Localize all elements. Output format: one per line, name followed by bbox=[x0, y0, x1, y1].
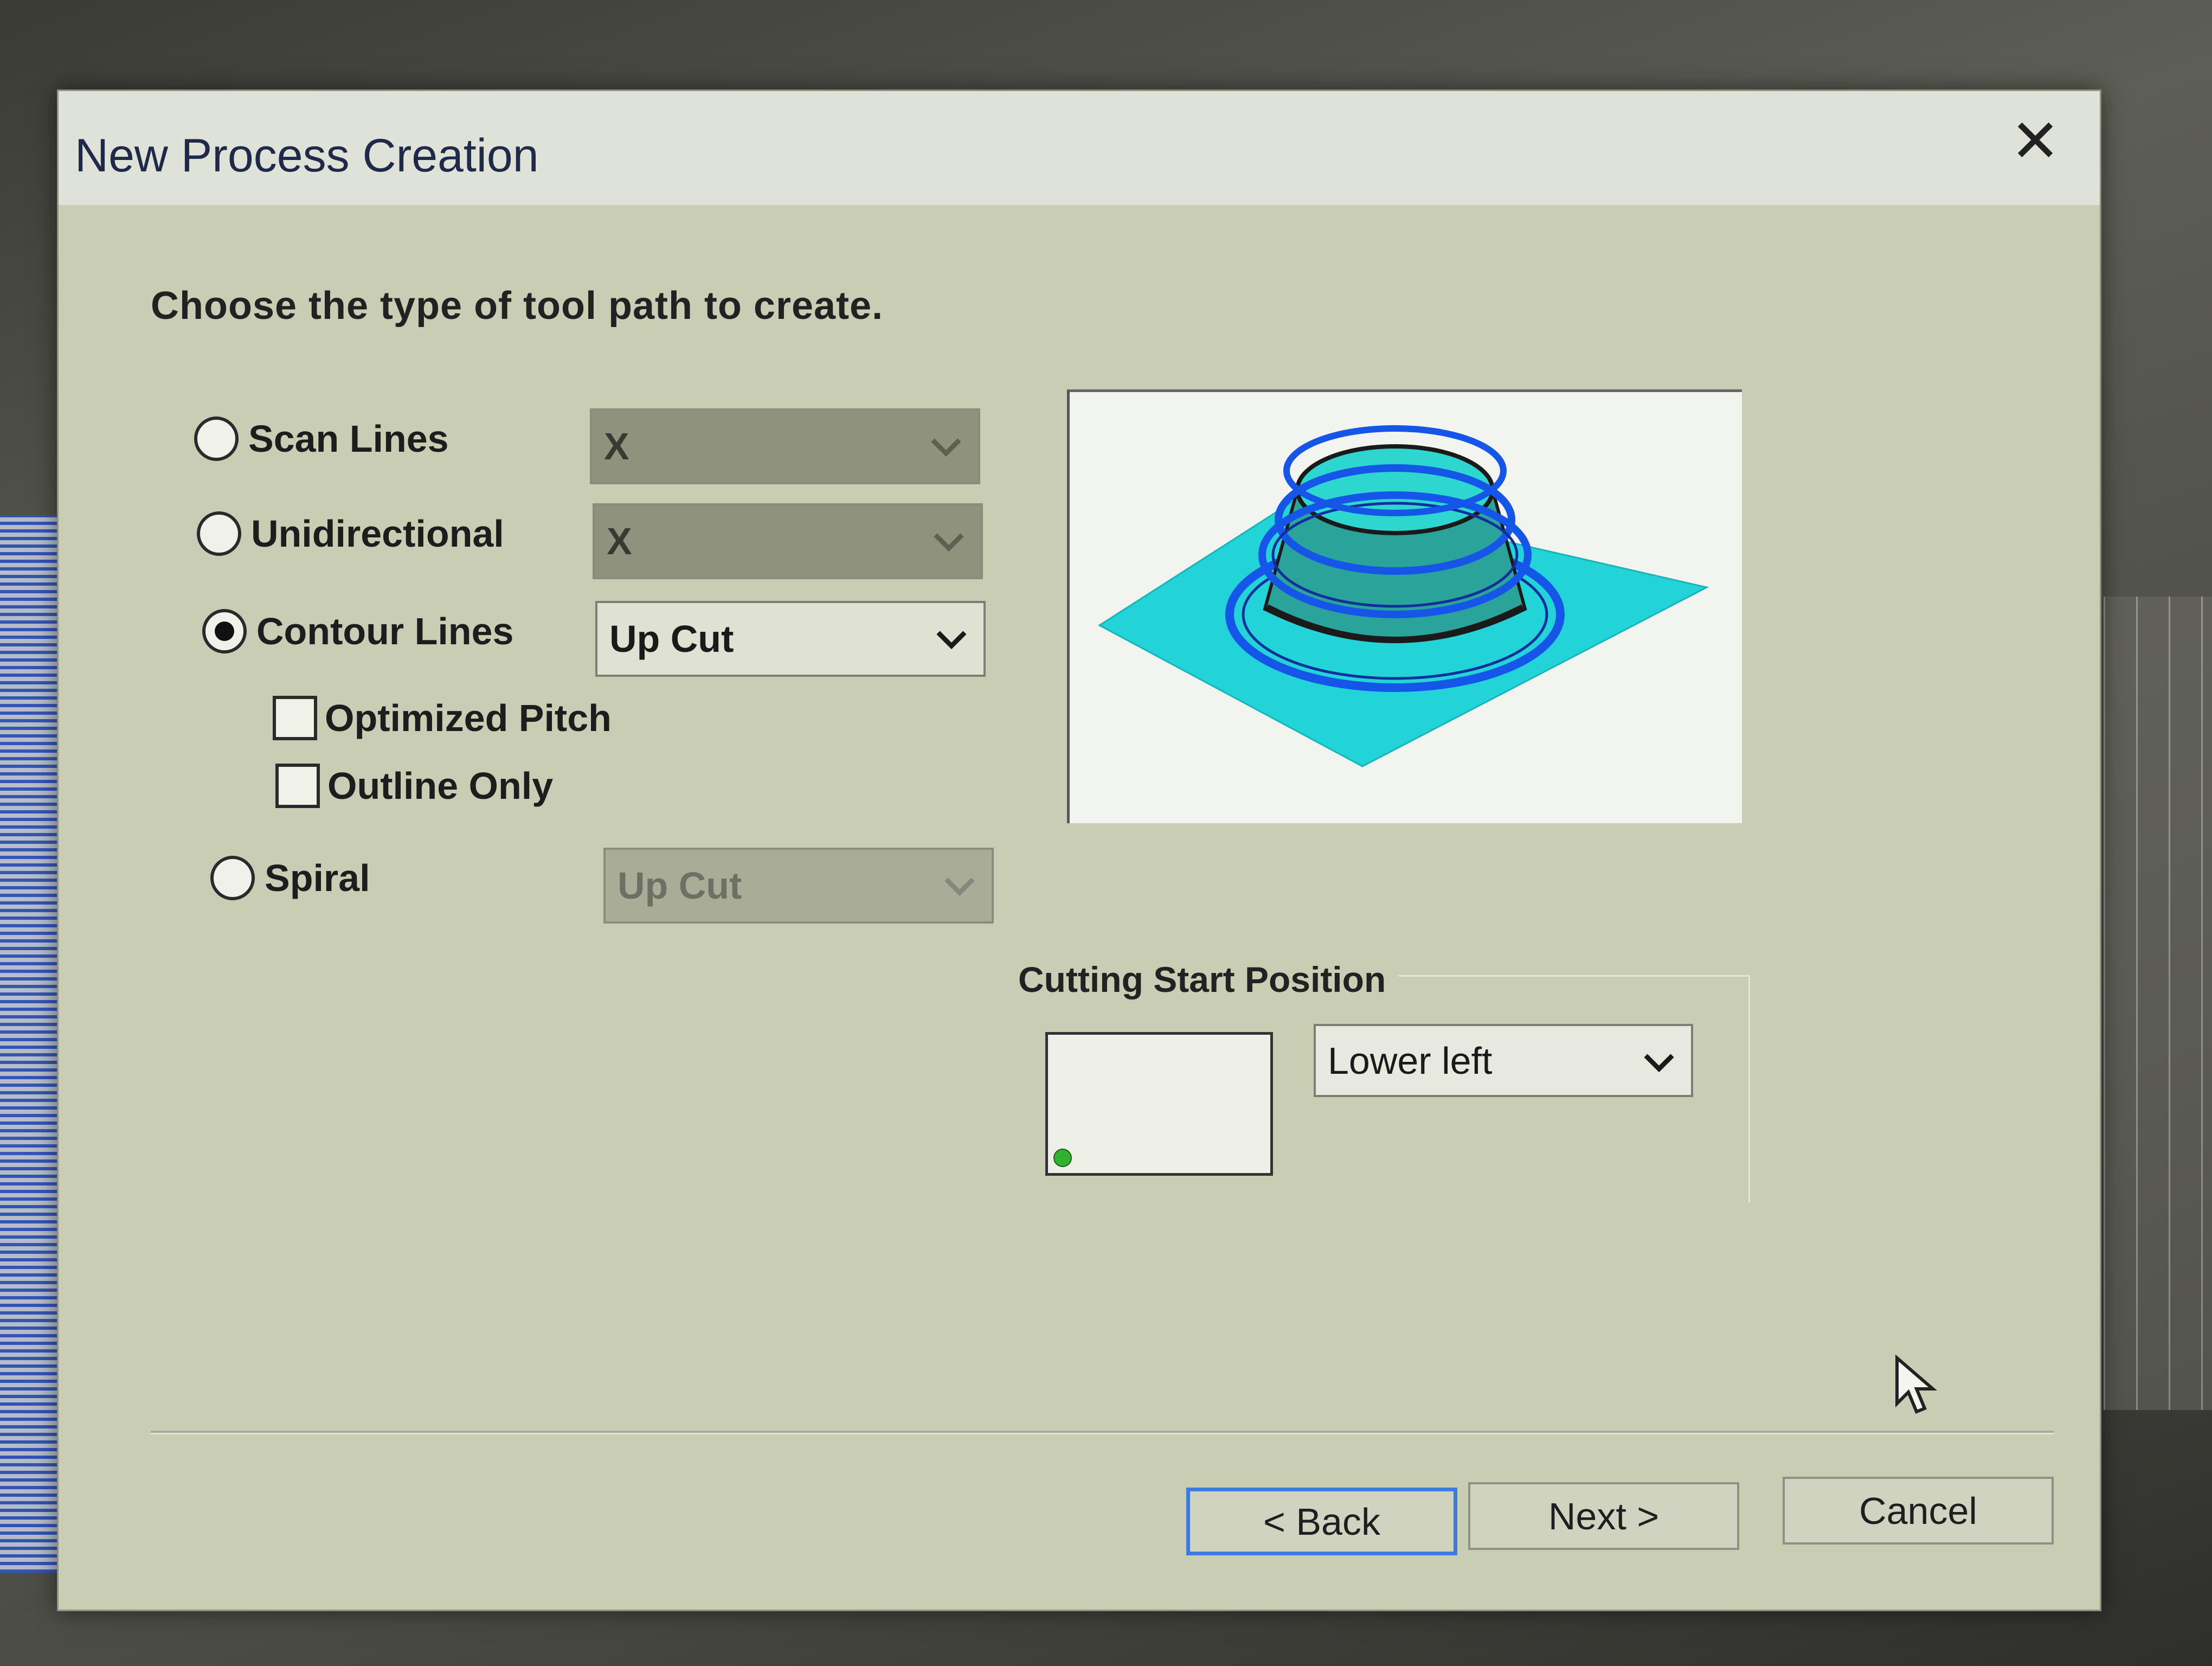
chevron-down-icon bbox=[934, 533, 964, 552]
scan-lines-label: Scan Lines bbox=[248, 418, 449, 460]
combo-value: X bbox=[604, 425, 629, 467]
combo-value: Up Cut bbox=[618, 864, 742, 907]
radio-button[interactable] bbox=[194, 416, 239, 461]
spiral-label: Spiral bbox=[265, 857, 370, 899]
radio-scan-lines[interactable]: Scan Lines bbox=[194, 416, 449, 461]
back-button[interactable]: < Back bbox=[1186, 1488, 1457, 1555]
mouse-pointer-icon bbox=[1895, 1355, 1938, 1414]
unidirectional-label: Unidirectional bbox=[251, 512, 504, 555]
scan-lines-direction-select[interactable]: X bbox=[590, 408, 980, 484]
start-position-indicator bbox=[1045, 1032, 1273, 1176]
contour-toolpath-preview-icon bbox=[1098, 425, 1709, 767]
toolpath-preview bbox=[1067, 389, 1742, 823]
new-process-dialog: New Process Creation ✕ Choose the type o… bbox=[57, 89, 2101, 1611]
checkbox-optimized-pitch[interactable]: Optimized Pitch bbox=[273, 696, 612, 740]
chevron-down-icon bbox=[944, 877, 975, 896]
radio-unidirectional[interactable]: Unidirectional bbox=[197, 511, 504, 556]
checkbox[interactable] bbox=[273, 696, 317, 740]
radio-button[interactable] bbox=[197, 511, 241, 556]
chevron-down-icon bbox=[936, 631, 967, 650]
title-bar: New Process Creation ✕ bbox=[59, 91, 2100, 205]
checkbox[interactable] bbox=[275, 764, 320, 808]
instruction-text: Choose the type of tool path to create. bbox=[151, 284, 884, 328]
button-separator bbox=[151, 1431, 2054, 1434]
contour-lines-cut-select[interactable]: Up Cut bbox=[595, 601, 986, 677]
combo-value: X bbox=[607, 520, 632, 562]
chevron-down-icon bbox=[931, 438, 961, 457]
start-point-marker bbox=[1053, 1149, 1072, 1167]
close-icon[interactable]: ✕ bbox=[2010, 106, 2060, 176]
chevron-down-icon bbox=[1644, 1054, 1674, 1073]
checkbox-outline-only[interactable]: Outline Only bbox=[275, 764, 553, 808]
unidirectional-direction-select[interactable]: X bbox=[593, 503, 983, 579]
radio-contour-lines[interactable]: Contour Lines bbox=[202, 609, 513, 653]
combo-value: Up Cut bbox=[609, 618, 734, 660]
cutting-start-label: Cutting Start Position bbox=[1018, 959, 1399, 1000]
radio-button-selected[interactable] bbox=[202, 609, 247, 653]
cancel-button[interactable]: Cancel bbox=[1783, 1477, 2054, 1545]
combo-value: Lower left bbox=[1328, 1039, 1493, 1082]
optimized-pitch-label: Optimized Pitch bbox=[325, 697, 612, 739]
cutting-start-select[interactable]: Lower left bbox=[1314, 1024, 1693, 1097]
next-button[interactable]: Next > bbox=[1468, 1482, 1739, 1550]
spiral-cut-select[interactable]: Up Cut bbox=[603, 848, 994, 924]
background-wireframe-right bbox=[2104, 597, 2212, 1410]
contour-lines-label: Contour Lines bbox=[256, 610, 514, 652]
radio-button[interactable] bbox=[210, 856, 255, 900]
outline-only-label: Outline Only bbox=[327, 765, 554, 807]
dialog-title: New Process Creation bbox=[75, 130, 539, 182]
radio-spiral[interactable]: Spiral bbox=[210, 856, 370, 900]
